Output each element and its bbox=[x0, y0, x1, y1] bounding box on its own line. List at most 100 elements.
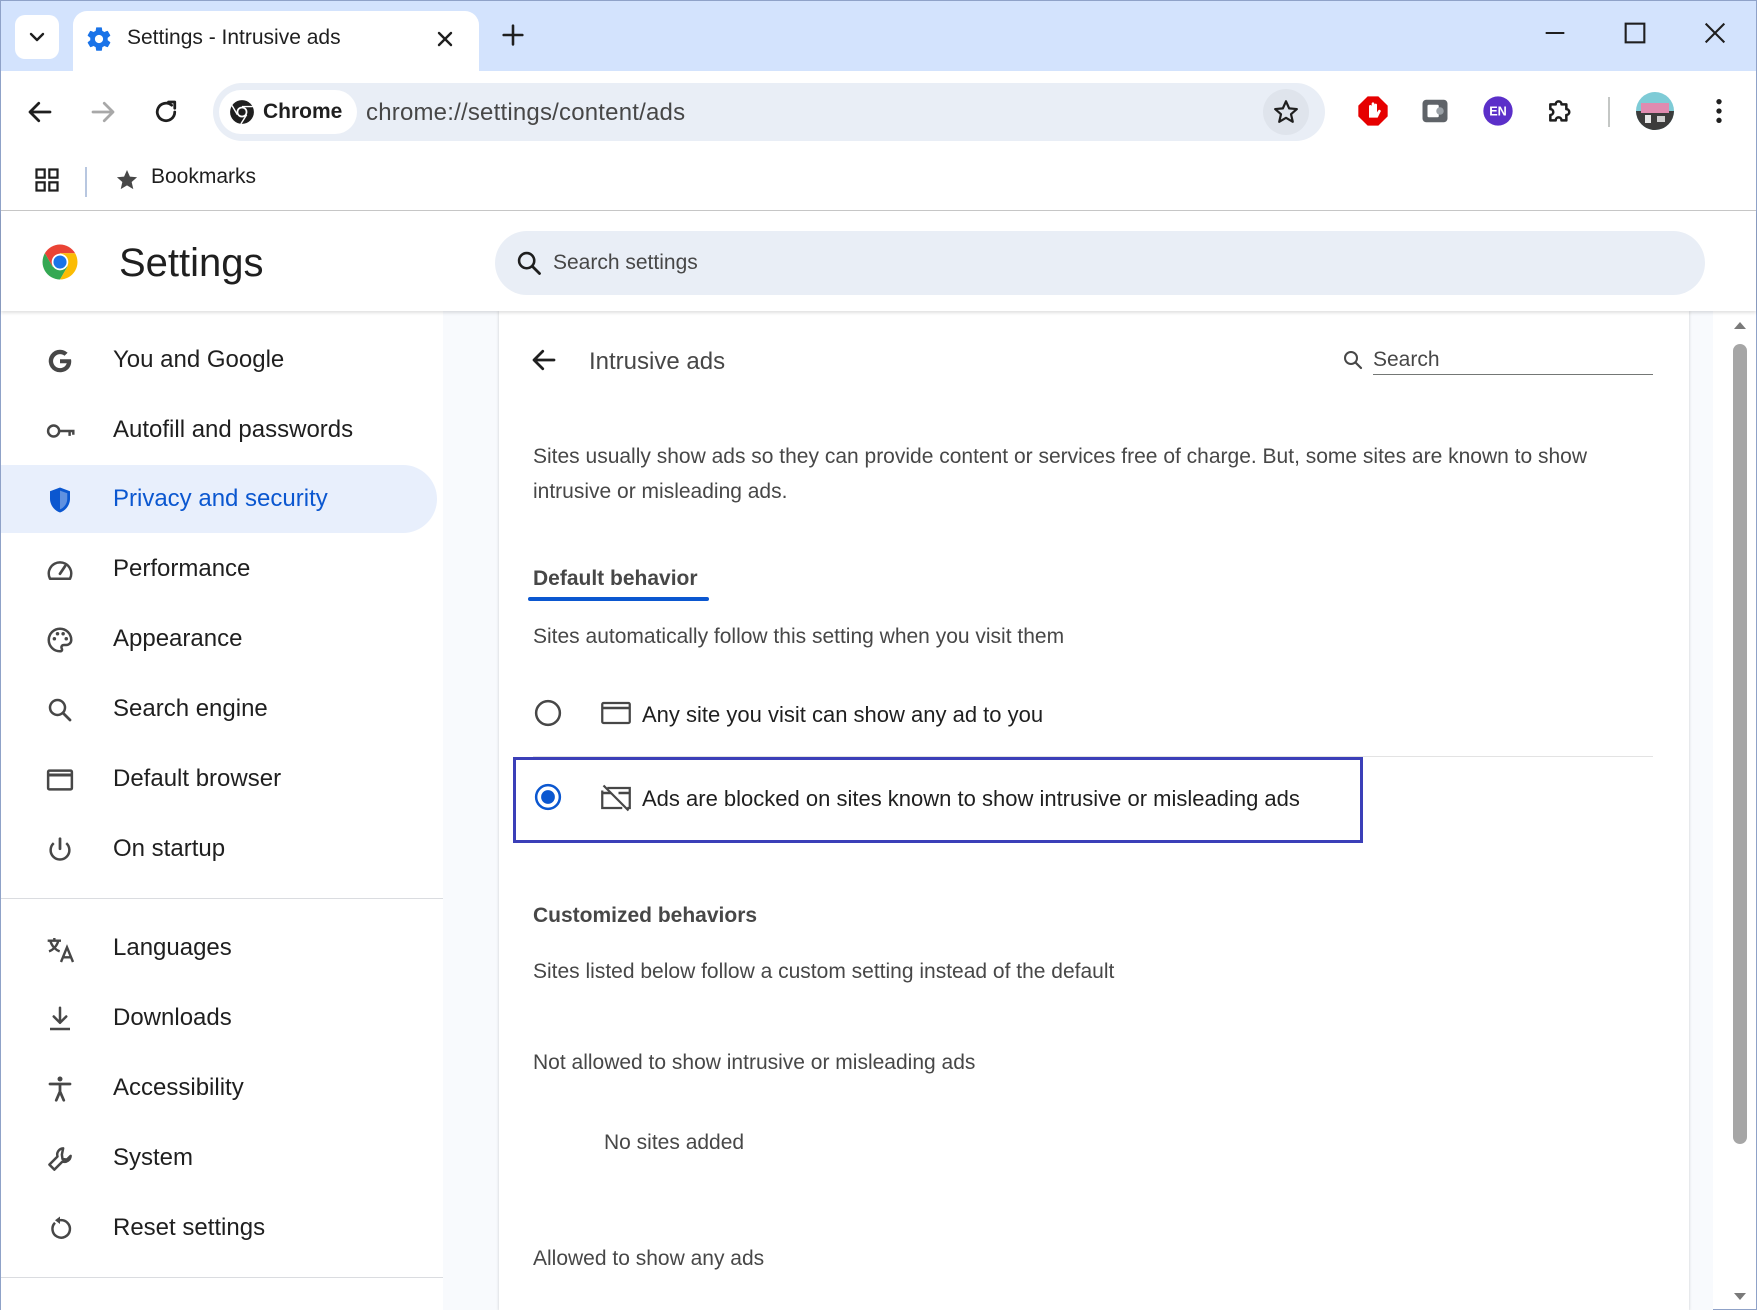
toolbar: Chrome chrome://settings/content/ads EN bbox=[1, 71, 1756, 153]
maximize-icon[interactable] bbox=[1621, 19, 1649, 47]
tab-settings[interactable]: Settings - Intrusive ads bbox=[73, 11, 479, 71]
default-behavior-heading: Default behavior bbox=[533, 567, 698, 590]
tab-title: Settings - Intrusive ads bbox=[127, 26, 341, 49]
sidebar-divider bbox=[1, 1277, 443, 1278]
toolbar-divider bbox=[1608, 97, 1610, 127]
chrome-logo-icon bbox=[230, 100, 254, 125]
google-g-icon bbox=[48, 349, 72, 373]
default-behavior-subtext: Sites automatically follow this setting … bbox=[533, 625, 1065, 648]
tab-search-button[interactable] bbox=[15, 15, 59, 59]
sidebar-item-privacy[interactable]: Privacy and security bbox=[1, 465, 437, 533]
option-allow-all-ads[interactable]: Any site you visit can show any ad to yo… bbox=[533, 674, 1653, 754]
scroll-up-arrow-icon[interactable] bbox=[1732, 319, 1748, 331]
subpage-search-input[interactable] bbox=[1373, 345, 1653, 375]
accessibility-icon bbox=[48, 1076, 72, 1102]
puzzle-photo-icon[interactable] bbox=[1420, 96, 1450, 126]
speedometer-icon bbox=[47, 561, 73, 580]
sidebar-item-label: System bbox=[113, 1144, 194, 1171]
sidebar-item-default-browser[interactable]: Default browser bbox=[1, 745, 437, 813]
scroll-down-arrow-icon[interactable] bbox=[1732, 1291, 1748, 1303]
reload-icon[interactable] bbox=[151, 97, 181, 127]
sidebar-item-system[interactable]: System bbox=[1, 1124, 437, 1192]
sidebar-item-label: Performance bbox=[113, 555, 251, 582]
new-tab-plus-icon[interactable] bbox=[499, 21, 527, 49]
bookmark-star-button[interactable] bbox=[1263, 89, 1309, 135]
gear-icon bbox=[87, 27, 111, 51]
more-vert-icon[interactable] bbox=[1703, 95, 1735, 127]
sidebar-item-label: Appearance bbox=[113, 625, 243, 652]
heading-underline bbox=[528, 597, 709, 601]
minimize-icon[interactable] bbox=[1541, 19, 1569, 47]
search-settings-input[interactable]: Search settings bbox=[495, 231, 1705, 295]
search-icon bbox=[517, 251, 541, 275]
power-icon bbox=[49, 837, 71, 861]
sidebar-item-on-startup[interactable]: On startup bbox=[1, 815, 437, 883]
sidebar-item-autofill[interactable]: Autofill and passwords bbox=[1, 396, 437, 464]
bookmarks-bar: Bookmarks bbox=[1, 153, 1756, 211]
sidebar-item-label: You and Google bbox=[113, 346, 285, 373]
highlight-annotation-box bbox=[513, 757, 1363, 843]
sidebar-item-label: Autofill and passwords bbox=[113, 416, 354, 443]
shield-icon bbox=[50, 487, 70, 513]
back-arrow-icon[interactable] bbox=[25, 97, 55, 127]
sidebar-item-label: Downloads bbox=[113, 1004, 232, 1031]
forward-arrow-icon[interactable] bbox=[88, 97, 118, 127]
option-label: Any site you visit can show any ad to yo… bbox=[642, 702, 1044, 727]
sidebar-item-reset-settings[interactable]: Reset settings bbox=[1, 1194, 437, 1262]
no-sites-text: No sites added bbox=[604, 1131, 745, 1154]
back-arrow-icon[interactable] bbox=[529, 345, 559, 375]
svg-text:EN: EN bbox=[1489, 105, 1507, 119]
customized-behaviors-subtext: Sites listed below follow a custom setti… bbox=[533, 960, 1115, 983]
avatar[interactable] bbox=[1635, 91, 1675, 131]
translate-icon bbox=[47, 938, 75, 963]
en-badge-icon[interactable]: EN bbox=[1482, 95, 1514, 127]
reset-icon bbox=[51, 1216, 72, 1239]
sidebar-item-accessibility[interactable]: Accessibility bbox=[1, 1054, 437, 1122]
extensions-icon[interactable] bbox=[1545, 95, 1577, 127]
search-icon bbox=[1344, 351, 1363, 370]
star-filled-icon bbox=[116, 170, 138, 190]
key-icon bbox=[46, 424, 75, 438]
sidebar: You and Google Autofill and passwords Pr… bbox=[1, 311, 443, 1310]
sidebar-item-label: Default browser bbox=[113, 765, 282, 792]
ad-window-icon bbox=[601, 701, 631, 725]
search-icon bbox=[48, 698, 72, 722]
star-outline-icon bbox=[1274, 100, 1298, 123]
adblock-icon[interactable] bbox=[1357, 95, 1389, 127]
page-title: Settings bbox=[119, 241, 264, 285]
settings-header: Settings Search settings bbox=[1, 211, 1756, 311]
sidebar-item-performance[interactable]: Performance bbox=[1, 535, 437, 603]
radio-unchecked[interactable] bbox=[533, 698, 563, 728]
sidebar-item-label: Languages bbox=[113, 934, 232, 961]
apps-grid-icon[interactable] bbox=[33, 166, 61, 194]
sidebar-item-label: Privacy and security bbox=[113, 485, 328, 512]
sidebar-item-label: On startup bbox=[113, 835, 226, 862]
url-text[interactable]: chrome://settings/content/ads bbox=[366, 99, 685, 127]
site-info-chip[interactable]: Chrome bbox=[219, 90, 357, 134]
description-text: Sites usually show ads so they can provi… bbox=[533, 445, 1588, 503]
sidebar-item-label: Accessibility bbox=[113, 1074, 244, 1101]
allowed-heading: Allowed to show any ads bbox=[533, 1247, 765, 1270]
wrench-icon bbox=[48, 1147, 72, 1171]
subpage-title: Intrusive ads bbox=[589, 348, 726, 375]
window-close-icon[interactable] bbox=[1701, 19, 1729, 47]
main-scrollbar-thumb[interactable] bbox=[1733, 344, 1747, 1144]
sidebar-item-languages[interactable]: Languages bbox=[1, 914, 437, 982]
sidebar-item-search-engine[interactable]: Search engine bbox=[1, 675, 437, 743]
chrome-color-logo-icon bbox=[42, 244, 78, 280]
sidebar-divider bbox=[1, 898, 443, 899]
bookmarks-folder[interactable]: Bookmarks bbox=[151, 165, 256, 189]
search-settings-placeholder: Search settings bbox=[553, 251, 698, 274]
close-icon[interactable] bbox=[433, 27, 457, 51]
sidebar-item-label: Reset settings bbox=[113, 1214, 266, 1241]
download-icon bbox=[50, 1006, 70, 1031]
sidebar-item-label: Search engine bbox=[113, 695, 268, 722]
tab-strip: Settings - Intrusive ads bbox=[1, 1, 1756, 71]
sidebar-item-appearance[interactable]: Appearance bbox=[1, 605, 437, 673]
customized-behaviors-heading: Customized behaviors bbox=[533, 904, 758, 927]
sidebar-item-downloads[interactable]: Downloads bbox=[1, 984, 437, 1052]
sidebar-item-you-and-google[interactable]: You and Google bbox=[1, 326, 437, 394]
chevron-down-icon bbox=[29, 32, 45, 42]
palette-icon bbox=[47, 627, 73, 653]
address-bar[interactable]: Chrome chrome://settings/content/ads bbox=[213, 83, 1325, 141]
